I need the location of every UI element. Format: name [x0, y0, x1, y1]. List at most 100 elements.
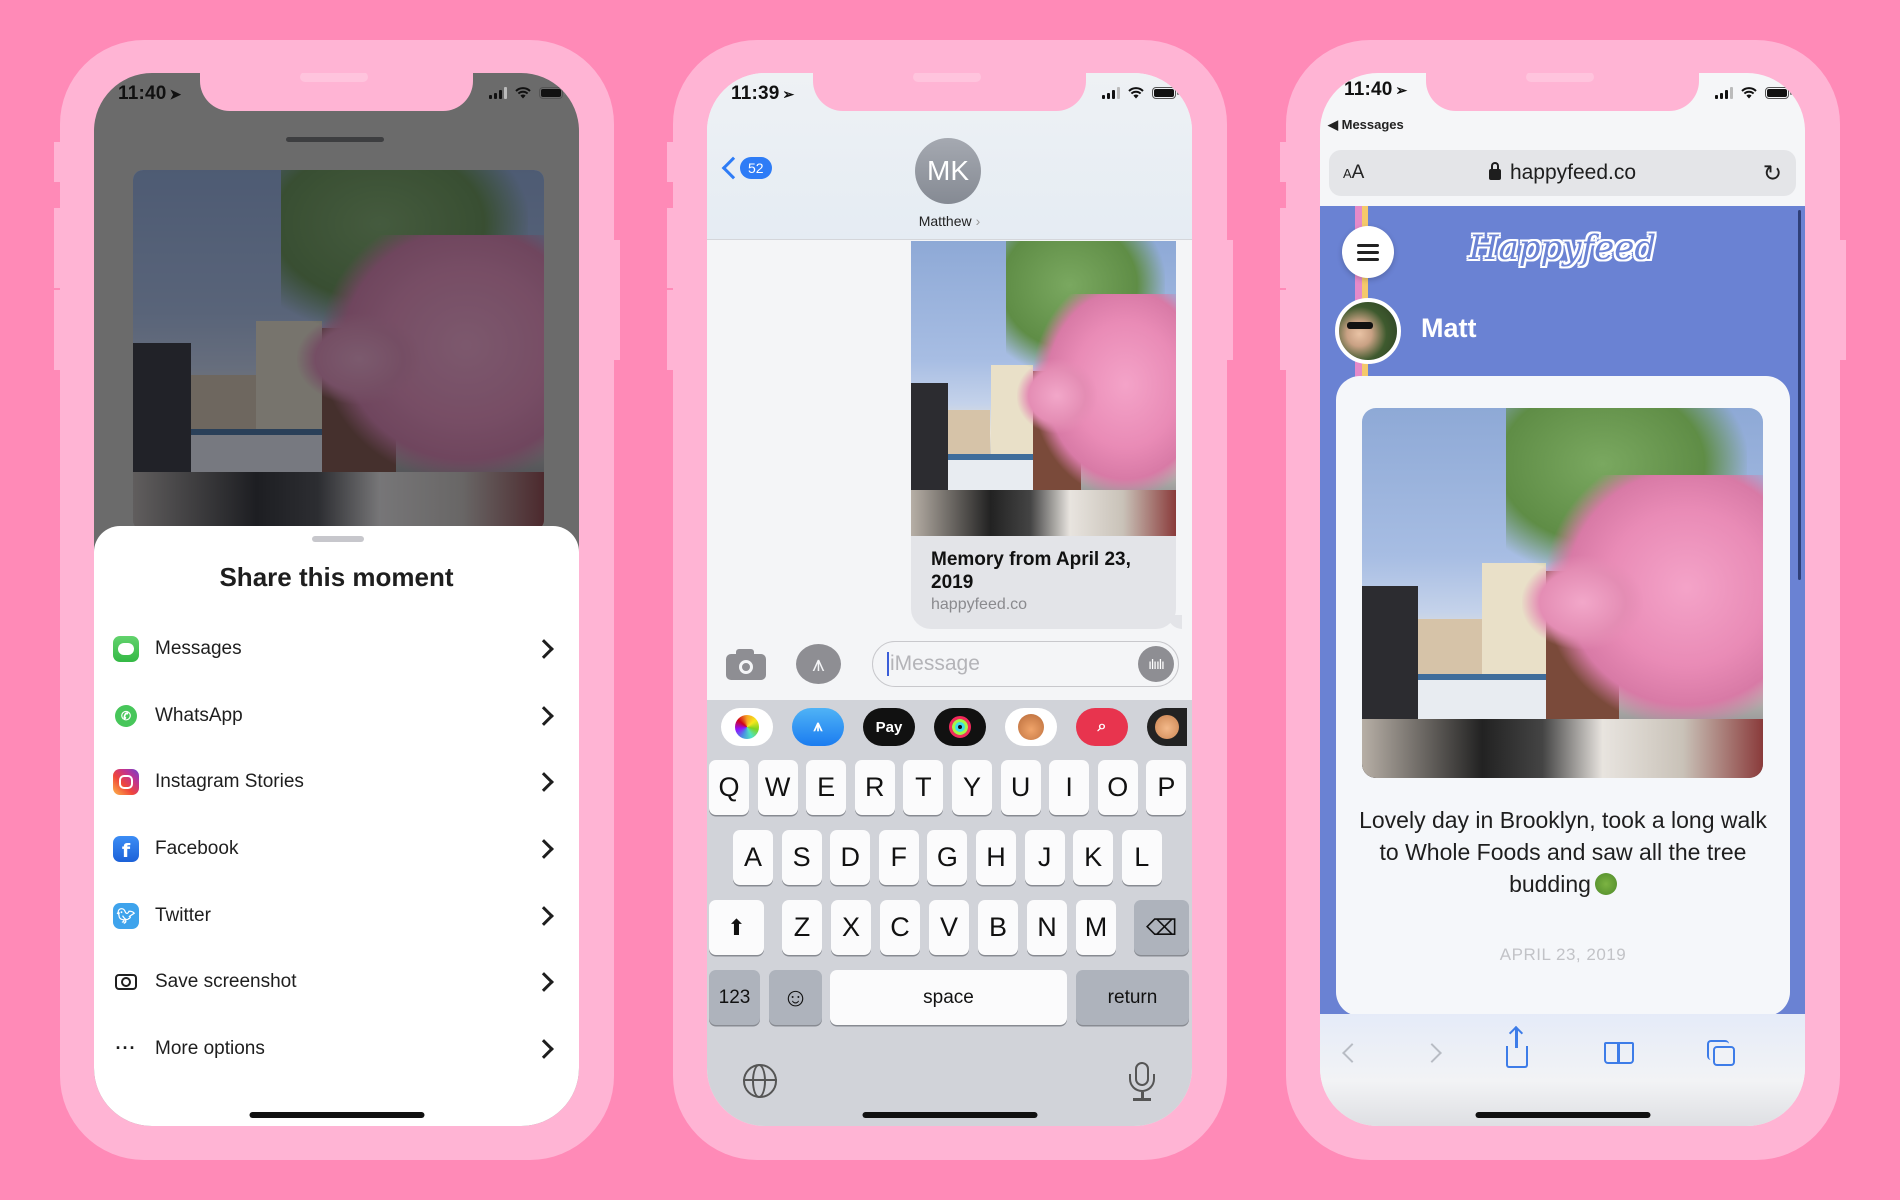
status-time: 11:40 ➤: [118, 83, 182, 104]
key-e[interactable]: E: [806, 760, 847, 815]
battery-icon: [539, 86, 566, 99]
space-key[interactable]: space: [830, 970, 1067, 1025]
key-o[interactable]: O: [1097, 760, 1138, 815]
key-n[interactable]: N: [1027, 900, 1067, 955]
share-option-messages[interactable]: Messages: [94, 616, 579, 683]
key-r[interactable]: R: [854, 760, 895, 815]
contact-avatar[interactable]: MK: [915, 138, 981, 204]
key-s[interactable]: S: [781, 830, 822, 885]
return-key[interactable]: return: [1076, 970, 1189, 1025]
key-c[interactable]: C: [880, 900, 920, 955]
share-option-save-screenshot[interactable]: Save screenshot: [94, 949, 579, 1016]
key-d[interactable]: D: [830, 830, 871, 885]
sheet-title: Share this moment: [219, 562, 454, 592]
key-i[interactable]: I: [1049, 760, 1090, 815]
key-z[interactable]: Z: [782, 900, 822, 955]
key-f[interactable]: F: [878, 830, 919, 885]
backspace-key[interactable]: ⌫: [1134, 900, 1189, 955]
share-option-more-options[interactable]: ··· More options: [94, 1016, 579, 1083]
wifi-icon: [515, 87, 531, 99]
back-button[interactable]: 52: [721, 156, 772, 180]
shift-key[interactable]: ⬆: [709, 900, 764, 955]
key-g[interactable]: G: [927, 830, 968, 885]
photos-app[interactable]: [721, 708, 773, 746]
key-m[interactable]: M: [1076, 900, 1116, 955]
happyfeed-logo[interactable]: Happyfeed: [1320, 228, 1805, 268]
address-bar[interactable]: AA happyfeed.co ↻: [1329, 150, 1796, 196]
key-h[interactable]: H: [976, 830, 1016, 885]
key-j[interactable]: J: [1024, 830, 1065, 885]
contact-name[interactable]: Matthew ›: [707, 213, 1192, 229]
home-indicator[interactable]: [862, 1112, 1037, 1118]
microphone-icon[interactable]: [1127, 1062, 1157, 1102]
share-button[interactable]: [1500, 1028, 1534, 1070]
battery-icon: [1152, 86, 1179, 99]
back-to-messages-link[interactable]: ◀ Messages: [1328, 117, 1404, 133]
book-icon: [1604, 1042, 1634, 1064]
share-option-label: Twitter: [155, 904, 211, 926]
volume-down-button: [1280, 290, 1288, 370]
globe-icon[interactable]: [743, 1064, 777, 1098]
memoji-stickers-app[interactable]: [1005, 708, 1057, 746]
unread-count-badge: 52: [740, 157, 772, 179]
imessage-app-drawer: ⩚ Pay ⌕: [721, 708, 1187, 746]
share-option-whatsapp[interactable]: ✆ WhatsApp: [94, 683, 579, 750]
share-option-twitter[interactable]: 🐦︎ Twitter: [94, 882, 579, 949]
app-store-app[interactable]: ⩚: [792, 708, 844, 746]
chevron-right-icon: [534, 705, 554, 726]
numbers-key[interactable]: 123: [709, 970, 760, 1025]
whatsapp-icon: ✆: [115, 704, 137, 727]
key-w[interactable]: W: [757, 760, 798, 815]
memory-photo[interactable]: [1362, 408, 1763, 778]
activity-app[interactable]: [934, 708, 986, 746]
key-x[interactable]: X: [831, 900, 871, 955]
back-button[interactable]: [1335, 1036, 1369, 1070]
images-search-app[interactable]: ⌕: [1076, 708, 1128, 746]
app-store-button[interactable]: ⩚: [796, 644, 841, 684]
key-u[interactable]: U: [1000, 760, 1041, 815]
key-v[interactable]: V: [929, 900, 969, 955]
chevron-right-icon: [534, 639, 554, 660]
key-t[interactable]: T: [903, 760, 944, 815]
key-q[interactable]: Q: [709, 760, 749, 815]
key-b[interactable]: B: [978, 900, 1018, 955]
share-option-label: Instagram Stories: [155, 771, 304, 793]
wifi-icon: [1128, 87, 1144, 99]
tabs-button[interactable]: [1704, 1036, 1738, 1070]
key-l[interactable]: L: [1121, 830, 1162, 885]
user-avatar[interactable]: [1335, 298, 1401, 364]
home-indicator[interactable]: [249, 1112, 424, 1118]
link-preview-image[interactable]: [911, 241, 1176, 537]
audio-message-button[interactable]: ılıılı: [1138, 646, 1174, 682]
delete-icon: ⌫: [1145, 914, 1178, 940]
screen: 11:40 ➢ ◀ Messages AA happyfeed.co ↻ Happ…: [1320, 73, 1805, 1126]
apple-pay-app[interactable]: Pay: [863, 708, 915, 746]
compose-bar: ⩚ iMessage ılıılı: [707, 638, 1192, 694]
key-p[interactable]: P: [1146, 760, 1187, 815]
mute-switch: [54, 142, 62, 182]
home-indicator[interactable]: [1475, 1112, 1650, 1118]
volume-down-button: [667, 290, 675, 370]
forward-button[interactable]: [1415, 1036, 1449, 1070]
drag-handle[interactable]: [286, 137, 384, 142]
bookmarks-button[interactable]: [1602, 1036, 1636, 1070]
instagram-icon: [113, 769, 139, 796]
sheet-grabber[interactable]: [312, 536, 364, 542]
key-y[interactable]: Y: [952, 760, 992, 815]
volume-up-button: [667, 208, 675, 288]
chevron-right-icon: ›: [975, 213, 981, 229]
key-k[interactable]: K: [1073, 830, 1114, 885]
key-a[interactable]: A: [733, 830, 773, 885]
camera-button[interactable]: [726, 648, 766, 680]
animoji-app[interactable]: [1147, 708, 1187, 746]
link-preview-bubble[interactable]: Memory from April 23, 2019 happyfeed.co: [911, 536, 1182, 629]
reload-icon[interactable]: ↻: [1763, 160, 1782, 187]
share-icon: [1506, 1028, 1528, 1068]
share-option-instagram-stories[interactable]: Instagram Stories: [94, 749, 579, 816]
message-input[interactable]: iMessage ılıılı: [872, 641, 1179, 687]
app-store-icon: ⩚: [813, 718, 823, 735]
share-option-facebook[interactable]: f Facebook: [94, 816, 579, 883]
volume-up-button: [1280, 208, 1288, 288]
emoji-key[interactable]: ☺: [769, 970, 822, 1025]
text-cursor: [887, 652, 889, 676]
